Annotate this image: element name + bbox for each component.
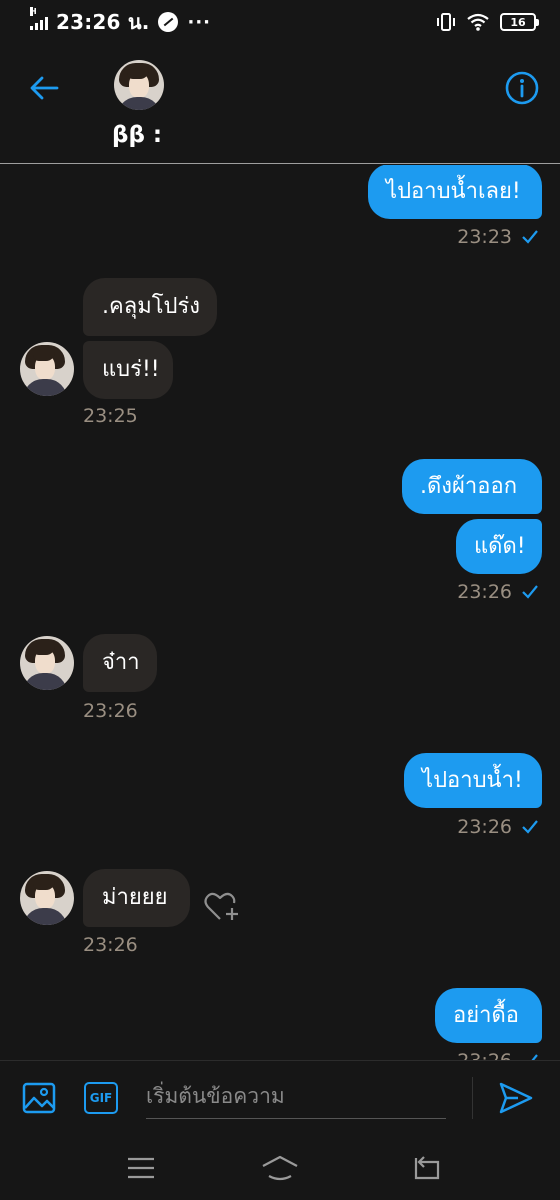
back-arrow-icon [30,76,59,100]
info-icon [505,71,539,105]
heart-plus-icon [204,892,238,920]
message-text: จ๋าา [102,650,140,675]
message-timestamp: 23:26 [457,1050,540,1060]
home-button[interactable] [260,1154,300,1186]
vibrate-icon [437,13,455,31]
message-bubble-incoming[interactable]: แบร่!! [83,341,173,399]
network-type: H [30,7,37,16]
message-composer: GIF [0,1060,560,1136]
message-bubble-incoming[interactable]: ม่ายยย [83,869,190,927]
conversation-header: ββ : [0,44,560,164]
info-button[interactable] [504,70,540,106]
message-input[interactable] [146,1073,446,1119]
home-icon [262,1155,298,1181]
sender-avatar[interactable] [20,342,74,396]
menu-icon [128,1157,154,1179]
message-text: ไปอาบน้ำ! [422,767,523,793]
contact-name[interactable]: ββ : [112,122,162,148]
check-icon [522,820,538,834]
app-notification-icon [157,12,178,32]
add-reaction-button[interactable] [203,890,241,928]
battery-indicator: 16 [500,13,539,31]
status-time: 23:26 น. [56,10,150,34]
message-list[interactable]: ไปอาบน้ำเลย! 23:23 .คลุมโปร่ง แบร่!! 23:… [0,165,560,1060]
system-navigation-bar [0,1136,560,1200]
message-timestamp: 23:23 [457,226,540,248]
check-icon [531,1054,538,1060]
gif-button[interactable]: GIF [84,1082,118,1114]
message-text: .ดึงผ้าออก [420,473,518,499]
check-icon [522,230,538,244]
composer-divider [472,1077,473,1119]
status-bar: H 23:26 น. ··· 16 [0,0,560,44]
system-back-button[interactable] [410,1154,442,1186]
sender-avatar[interactable] [20,871,74,925]
recent-apps-button[interactable] [126,1156,156,1184]
more-notifications-icon: ··· [187,11,212,33]
send-icon [499,1082,533,1114]
image-icon [22,1082,56,1114]
message-timestamp: 23:26 [83,934,138,956]
message-timestamp: 23:25 [83,405,138,427]
message-text: แด๊ด! [474,533,526,559]
check-icon [522,585,538,599]
add-photo-button[interactable] [22,1081,56,1119]
sender-avatar[interactable] [20,636,74,690]
message-bubble-outgoing[interactable]: ไปอาบน้ำเลย! [368,165,542,219]
dm-conversation-screen: H 23:26 น. ··· 16 ββ: ไปอาบน้ำเลย! 23:2… [0,0,560,1200]
return-icon [414,1156,440,1180]
message-bubble-outgoing[interactable]: .ดึงผ้าออก [402,459,542,514]
signal-icon: H [30,7,48,30]
send-button[interactable] [498,1081,534,1119]
message-text: ม่ายยย [102,885,168,910]
message-timestamp: 23:26 [457,581,540,603]
message-timestamp: 23:26 [457,816,540,838]
message-bubble-outgoing[interactable]: อย่าดื้อ [435,988,542,1043]
message-text: แบร่!! [102,357,160,382]
wifi-icon [467,13,489,31]
message-text: ไปอาบน้ำเลย! [386,178,521,204]
message-bubble-incoming[interactable]: จ๋าา [83,634,157,692]
message-text: อย่าดื้อ [453,1002,519,1028]
message-bubble-outgoing[interactable]: แด๊ด! [456,519,542,574]
message-text: .คลุมโปร่ง [102,294,201,319]
back-button[interactable] [26,70,62,106]
status-right: 16 [436,12,539,32]
contact-avatar[interactable] [114,60,164,110]
message-bubble-incoming[interactable]: .คลุมโปร่ง [83,278,217,336]
message-timestamp: 23:26 [83,700,138,722]
message-bubble-outgoing[interactable]: ไปอาบน้ำ! [404,753,542,808]
